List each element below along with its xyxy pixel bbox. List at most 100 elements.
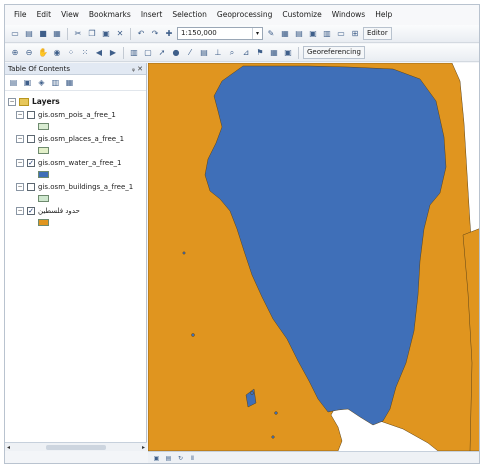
georeferencing-button[interactable]: Georeferencing [303,46,365,59]
full-extent-icon[interactable]: ◉ [51,47,63,59]
small-water-feature[interactable] [250,391,254,395]
layer-visibility-checkbox[interactable]: ✓ [27,158,35,167]
small-water-feature[interactable] [274,411,278,415]
layer-row[interactable]: − gis.osm_buildings_a_free_1 [16,180,146,193]
model-builder-icon[interactable]: ⊞ [349,28,361,40]
create-viewer-icon[interactable]: ▣ [282,47,294,59]
layer-row[interactable]: − ✓ gis.osm_water_a_free_1 [16,156,146,169]
menu-bookmarks[interactable]: Bookmarks [84,5,136,25]
menu-geoprocessing[interactable]: Geoprocessing [212,5,277,25]
layer-name: gis.osm_places_a_free_1 [38,134,125,143]
pin-close-icon[interactable]: ᵩ ✕ [132,65,143,73]
collapse-icon[interactable]: − [16,110,24,119]
collapse-icon[interactable]: − [8,97,16,106]
save-icon[interactable]: ■ [37,28,49,40]
layer-row[interactable]: − gis.osm_pois_a_free_1 [16,108,146,121]
editor-button[interactable]: Editor [363,27,392,40]
list-by-selection-icon[interactable]: ▥ [50,77,61,88]
zoom-out-icon[interactable]: ⊖ [23,47,35,59]
collapse-icon[interactable]: − [16,158,24,167]
identify-icon[interactable]: ● [170,47,182,59]
toc-horizontal-scrollbar[interactable]: ◂ ▸ [5,442,147,451]
list-by-source-icon[interactable]: ▣ [22,77,33,88]
delete-icon[interactable]: ✕ [114,28,126,40]
new-document-icon[interactable]: ▭ [9,28,21,40]
scroll-left-icon[interactable]: ◂ [7,444,10,451]
back-icon[interactable]: ◀ [93,47,105,59]
menu-customize[interactable]: Customize [277,5,326,25]
toolbar-separator [298,46,299,59]
collapse-icon[interactable]: − [16,182,24,191]
layer-symbol-row [16,217,146,228]
arctoolbox-icon[interactable]: ▥ [321,28,333,40]
layer-row[interactable]: − ✓ حدود فلسطين [16,204,146,217]
redo-icon[interactable]: ↷ [149,28,161,40]
layer-visibility-checkbox[interactable] [27,182,35,191]
menu-windows[interactable]: Windows [327,5,370,25]
fixed-zoom-in-icon[interactable]: ⁘ [65,47,77,59]
print-icon[interactable]: ▦ [51,28,63,40]
chevron-down-icon: ▾ [252,28,262,39]
layer-symbol-swatch[interactable] [38,123,49,130]
layer-visibility-checkbox[interactable]: ✓ [27,206,35,215]
pan-icon[interactable]: ✋ [37,47,49,59]
paste-icon[interactable]: ▣ [100,28,112,40]
html-popup-icon[interactable]: ▤ [198,47,210,59]
options-icon[interactable]: ▦ [64,77,75,88]
menu-help[interactable]: Help [370,5,397,25]
layout-view-icon[interactable]: ▤ [164,454,173,463]
menu-file[interactable]: File [9,5,32,25]
zoom-in-icon[interactable]: ⊕ [9,47,21,59]
scale-dropdown[interactable]: 1:150,000 ▾ [177,27,263,40]
editor-toolbar-icon[interactable]: ✎ [265,28,277,40]
clear-selection-icon[interactable]: ▢ [142,47,154,59]
menu-selection[interactable]: Selection [167,5,212,25]
map-view[interactable] [148,63,480,451]
add-data-icon[interactable]: ✚ [163,28,175,40]
layers-root-row[interactable]: − Layers [8,95,146,108]
select-elements-icon[interactable]: ➚ [156,47,168,59]
select-features-icon[interactable]: ▥ [128,47,140,59]
list-by-visibility-icon[interactable]: ◈ [36,77,47,88]
layer-visibility-checkbox[interactable] [27,134,35,143]
small-water-feature[interactable] [271,435,275,439]
layer-row[interactable]: − gis.osm_places_a_free_1 [16,132,146,145]
layer-item: − gis.osm_pois_a_free_1 [16,108,146,132]
pause-drawing-icon[interactable]: Ⅱ [188,454,197,463]
list-by-drawing-order-icon[interactable]: ▤ [8,77,19,88]
measure-icon[interactable]: ⊥ [212,47,224,59]
search-window-icon[interactable]: ▣ [307,28,319,40]
collapse-icon[interactable]: − [16,134,24,143]
small-water-feature[interactable] [182,251,186,255]
layer-symbol-swatch[interactable] [38,219,49,226]
layer-visibility-checkbox[interactable] [27,110,35,119]
table-icon[interactable]: ▦ [279,28,291,40]
tools-toolbar: ⊕ ⊖ ✋ ◉ ⁘ ⁙ ◀ ▶ ▥ ▢ ➚ ● ⁄ ▤ ⊥ ⌕ ⊿ ⚑ ▦ ▣ … [5,44,479,62]
copy-icon[interactable]: ❐ [86,28,98,40]
data-view-icon[interactable]: ▣ [152,454,161,463]
small-water-feature[interactable] [191,333,195,337]
catalog-icon[interactable]: ▤ [293,28,305,40]
forward-icon[interactable]: ▶ [107,47,119,59]
refresh-icon[interactable]: ↻ [176,454,185,463]
menu-insert[interactable]: Insert [136,5,168,25]
go-to-xy-icon[interactable]: ⚑ [254,47,266,59]
cut-icon[interactable]: ✂ [72,28,84,40]
open-folder-icon[interactable]: ▤ [23,28,35,40]
time-slider-icon[interactable]: ▦ [268,47,280,59]
find-icon[interactable]: ⌕ [226,47,238,59]
layer-symbol-swatch[interactable] [38,195,49,202]
undo-icon[interactable]: ↶ [135,28,147,40]
menu-view[interactable]: View [56,5,84,25]
map-canvas[interactable] [148,63,480,451]
scroll-right-icon[interactable]: ▸ [142,444,145,451]
layer-symbol-swatch[interactable] [38,171,49,178]
collapse-icon[interactable]: − [16,206,24,215]
find-route-icon[interactable]: ⊿ [240,47,252,59]
fixed-zoom-out-icon[interactable]: ⁙ [79,47,91,59]
python-icon[interactable]: ▭ [335,28,347,40]
layer-symbol-swatch[interactable] [38,147,49,154]
hyperlink-icon[interactable]: ⁄ [184,47,196,59]
scrollbar-thumb[interactable] [46,444,106,450]
menu-edit[interactable]: Edit [32,5,57,25]
